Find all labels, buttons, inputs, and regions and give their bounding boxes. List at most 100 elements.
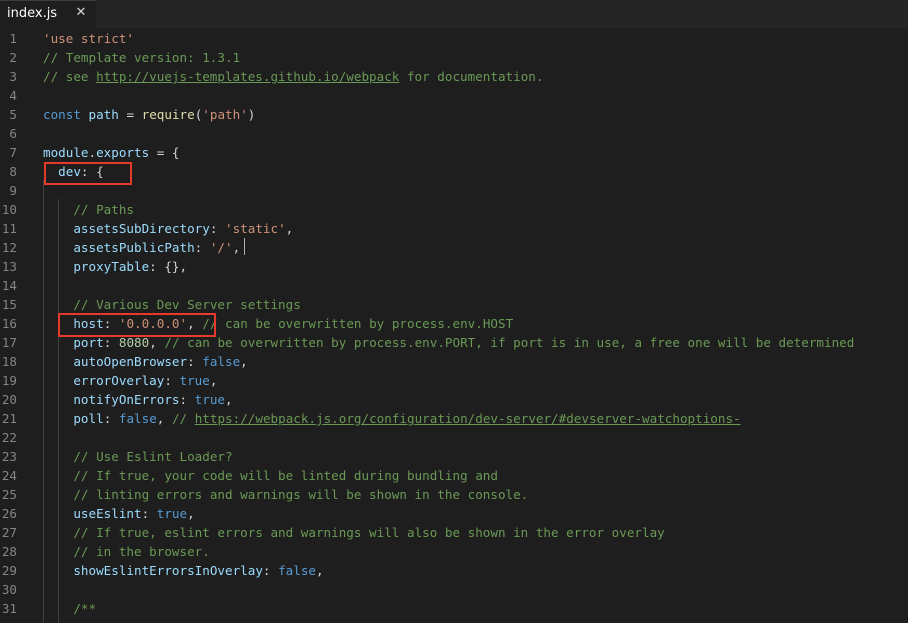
- code-token: proxyTable: [73, 259, 150, 274]
- line-number: 10: [1, 202, 17, 217]
- code-text: useEslint: true,: [43, 504, 195, 523]
- code-line[interactable]: 18 autoOpenBrowser: false,: [0, 352, 908, 371]
- code-token: // If true, your code will be linted dur…: [73, 468, 498, 483]
- code-line[interactable]: 26 useEslint: true,: [0, 504, 908, 523]
- code-text: /**: [43, 599, 96, 618]
- code-text: // see http://vuejs-templates.github.io/…: [43, 67, 543, 86]
- code-line[interactable]: 23 // Use Eslint Loader?: [0, 447, 908, 466]
- code-token: 'path': [202, 107, 248, 122]
- code-token: /**: [73, 601, 97, 616]
- code-text: errorOverlay: true,: [43, 371, 217, 390]
- line-number: 31: [1, 601, 17, 616]
- code-text: module.exports = {: [43, 143, 180, 162]
- code-text: // in the browser.: [43, 542, 210, 561]
- line-number: 13: [1, 259, 17, 274]
- code-line[interactable]: 25 // linting errors and warnings will b…: [0, 485, 908, 504]
- code-token: :: [194, 240, 210, 255]
- code-line[interactable]: 13 proxyTable: {},: [0, 257, 908, 276]
- code-line[interactable]: 5 const path = require('path'): [0, 105, 908, 124]
- code-token: ,: [316, 563, 324, 578]
- code-line[interactable]: 12 assetsPublicPath: '/',: [0, 238, 908, 257]
- code-line[interactable]: 22: [0, 428, 908, 447]
- highlight-box-host: [58, 313, 216, 337]
- line-number: 11: [1, 221, 17, 236]
- code-token: showEslintErrorsInOverlay: [73, 563, 263, 578]
- code-line[interactable]: 11 assetsSubDirectory: 'static',: [0, 219, 908, 238]
- line-number: 20: [1, 392, 17, 407]
- close-icon[interactable]: ✕: [73, 5, 89, 21]
- line-number: 17: [1, 335, 17, 350]
- code-line[interactable]: 31 /**: [0, 599, 908, 618]
- code-token: // can be overwritten by process.env.HOS…: [202, 316, 514, 331]
- code-text: // Paths: [43, 200, 134, 219]
- code-token: '/': [209, 240, 233, 255]
- code-token: autoOpenBrowser: [73, 354, 188, 369]
- code-line[interactable]: 15 // Various Dev Server settings: [0, 295, 908, 314]
- code-token: notifyOnErrors: [73, 392, 180, 407]
- indent-guide: [58, 199, 59, 623]
- code-line[interactable]: 4: [0, 86, 908, 105]
- line-number: 8: [9, 164, 17, 179]
- code-token: ,: [209, 373, 218, 388]
- tab-label: index.js: [7, 6, 58, 21]
- code-token: const: [43, 107, 81, 122]
- code-token: :: [164, 373, 180, 388]
- code-token: // linting errors and warnings will be s…: [73, 487, 529, 502]
- code-token: // Use Eslint Loader?: [73, 449, 233, 464]
- code-line[interactable]: 1 'use strict': [0, 29, 908, 48]
- code-token: =: [118, 107, 142, 122]
- code-token: //: [171, 411, 195, 426]
- indent-guide: [43, 180, 44, 623]
- code-token: assetsPublicPath: [73, 240, 195, 255]
- code-token: :: [187, 354, 203, 369]
- tab-index-js[interactable]: index.js ✕: [0, 0, 96, 28]
- code-token: :: [103, 411, 119, 426]
- line-number: 27: [1, 525, 17, 540]
- code-text: // linting errors and warnings will be s…: [43, 485, 528, 504]
- code-line[interactable]: 19 errorOverlay: true,: [0, 371, 908, 390]
- code-line[interactable]: 9: [0, 181, 908, 200]
- code-line[interactable]: 20 notifyOnErrors: true,: [0, 390, 908, 409]
- code-token: // in the browser.: [73, 544, 210, 559]
- highlight-box-dev: [44, 162, 132, 185]
- code-line[interactable]: 30: [0, 580, 908, 599]
- code-token: : {},: [149, 259, 188, 274]
- line-number: 30: [1, 582, 17, 597]
- code-line[interactable]: 7 module.exports = {: [0, 143, 908, 162]
- code-line[interactable]: 21 poll: false, // https://webpack.js.or…: [0, 409, 908, 428]
- code-line[interactable]: 14: [0, 276, 908, 295]
- line-number: 23: [1, 449, 17, 464]
- code-token: // Various Dev Server settings: [73, 297, 301, 312]
- code-token: :: [262, 563, 279, 578]
- code-line[interactable]: 10 // Paths: [0, 200, 908, 219]
- code-line[interactable]: 28 // in the browser.: [0, 542, 908, 561]
- code-token: ,: [187, 506, 195, 521]
- line-number: 12: [1, 240, 17, 255]
- code-line[interactable]: 24 // If true, your code will be linted …: [0, 466, 908, 485]
- code-line[interactable]: 6: [0, 124, 908, 143]
- code-token: port: [73, 335, 104, 350]
- code-line[interactable]: 27 // If true, eslint errors and warning…: [0, 523, 908, 542]
- code-text: proxyTable: {},: [43, 257, 187, 276]
- code-token: :: [209, 221, 225, 236]
- code-token: // can be overwritten by process.env.POR…: [164, 335, 855, 350]
- code-token: false: [202, 354, 241, 369]
- code-token: = {: [149, 145, 180, 160]
- code-token: poll: [73, 411, 104, 426]
- code-token: assetsSubDirectory: [73, 221, 210, 236]
- code-token: ,: [232, 240, 241, 255]
- code-editor[interactable]: 31 /** 30 29 showEslintErrorsInOverlay: fa…: [0, 28, 908, 623]
- line-number: 18: [1, 354, 17, 369]
- line-number: 6: [9, 126, 17, 141]
- code-token: // Paths: [73, 202, 135, 217]
- line-number: 2: [9, 50, 17, 65]
- code-line[interactable]: 3 // see http://vuejs-templates.github.io…: [0, 67, 908, 86]
- code-token: ,: [285, 221, 294, 236]
- code-token: ,: [240, 354, 248, 369]
- code-line[interactable]: 2 // Template version: 1.3.1: [0, 48, 908, 67]
- code-token: ,: [225, 392, 233, 407]
- code-line[interactable]: 29 showEslintErrorsInOverlay: false,: [0, 561, 908, 580]
- code-token: false: [118, 411, 157, 426]
- code-line[interactable]: 8 dev: {: [0, 162, 908, 181]
